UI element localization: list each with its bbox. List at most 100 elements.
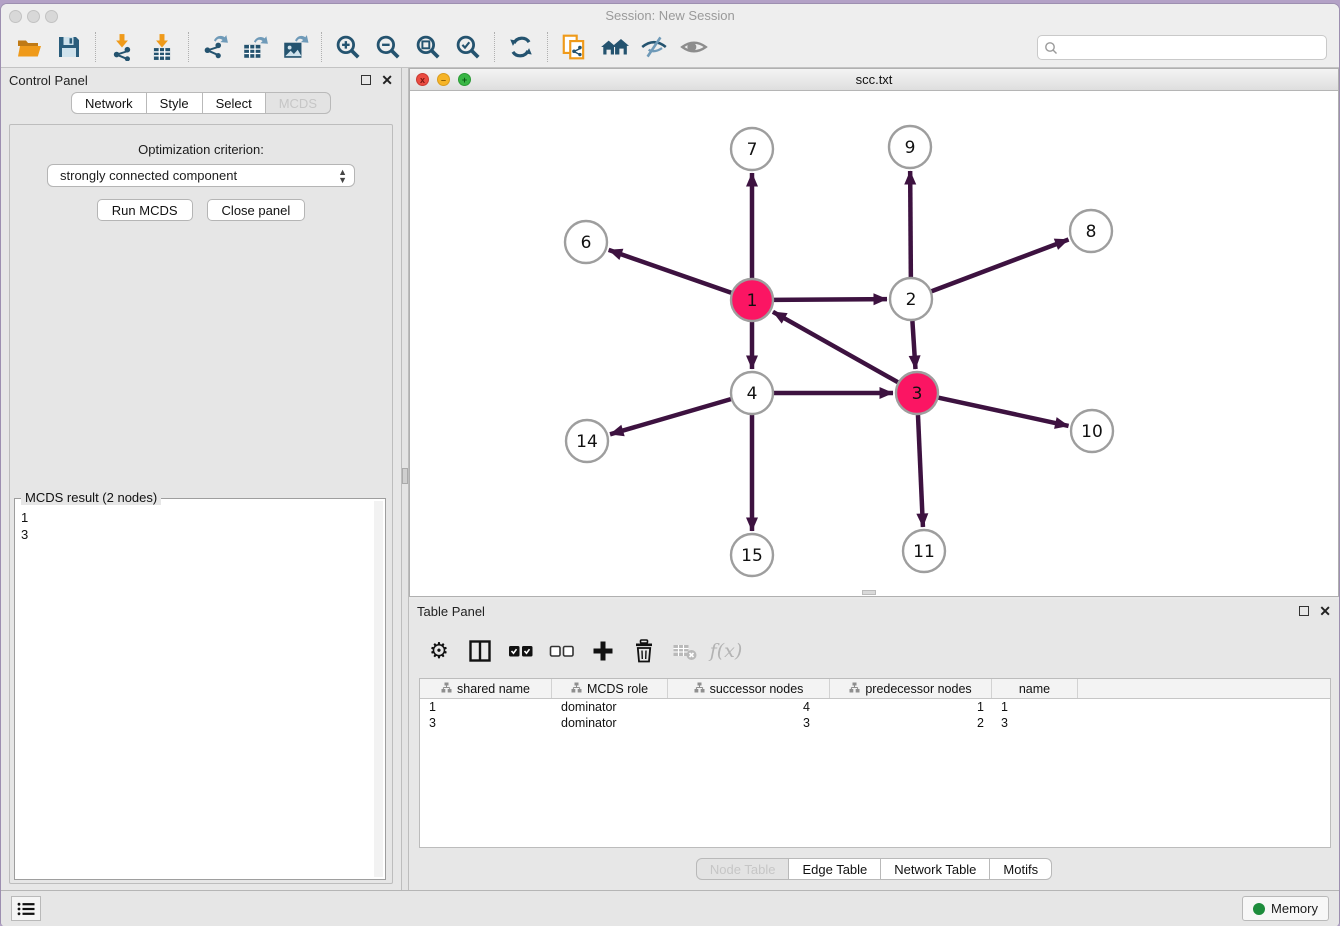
graph-node-15[interactable]: 15 — [731, 534, 773, 576]
float-table-panel-icon[interactable] — [1299, 606, 1309, 616]
graph-node-7[interactable]: 7 — [731, 128, 773, 170]
close-table-panel-icon[interactable]: ✕ — [1319, 606, 1331, 616]
import-network-icon[interactable] — [102, 30, 142, 64]
zoom-fit-icon[interactable] — [408, 30, 448, 64]
edge-3-1[interactable] — [773, 312, 898, 382]
edge-4-14[interactable] — [610, 399, 731, 434]
tab-motifs[interactable]: Motifs — [990, 858, 1052, 880]
run-mcds-button[interactable]: Run MCDS — [97, 199, 193, 221]
cell-successor-nodes[interactable]: 3 — [668, 716, 830, 730]
search-input[interactable] — [1062, 40, 1320, 55]
graph-node-2[interactable]: 2 — [890, 278, 932, 320]
column-header-name[interactable]: name — [992, 679, 1078, 698]
tab-node-table[interactable]: Node Table — [696, 858, 790, 880]
gear-icon[interactable]: ⚙ — [423, 635, 455, 667]
table-row[interactable]: 3dominator323 — [420, 715, 1330, 731]
graph-node-9[interactable]: 9 — [889, 126, 931, 168]
edge-2-3[interactable] — [912, 321, 915, 369]
window-titlebar: Session: New Session — [1, 4, 1339, 27]
show-all-eye-icon[interactable] — [674, 30, 714, 64]
graph-node-10[interactable]: 10 — [1071, 410, 1113, 452]
tab-select[interactable]: Select — [203, 92, 266, 114]
zoom-selected-icon[interactable] — [448, 30, 488, 64]
memory-button[interactable]: Memory — [1242, 896, 1329, 921]
network-window-titlebar[interactable]: x – + scc.txt — [410, 69, 1338, 91]
tab-style[interactable]: Style — [147, 92, 203, 114]
table-header-row: shared nameMCDS rolesuccessor nodesprede… — [420, 679, 1330, 699]
search-box[interactable] — [1037, 35, 1327, 60]
close-panel-button[interactable]: Close panel — [207, 199, 306, 221]
export-network-icon[interactable] — [195, 30, 235, 64]
table-row[interactable]: 1dominator411 — [420, 699, 1330, 715]
node-table[interactable]: shared nameMCDS rolesuccessor nodesprede… — [419, 678, 1331, 848]
result-scrollbar[interactable] — [374, 501, 383, 877]
list-icon — [17, 902, 35, 916]
close-panel-icon[interactable]: ✕ — [381, 75, 393, 85]
select-all-icon[interactable] — [505, 635, 537, 667]
cell-predecessor-nodes[interactable]: 1 — [830, 700, 992, 714]
edge-2-8[interactable] — [932, 239, 1069, 291]
table-toolbar: ⚙ f(x) — [423, 631, 1339, 671]
add-column-icon[interactable] — [587, 635, 619, 667]
splitter-grip[interactable] — [402, 468, 408, 484]
task-history-button[interactable] — [11, 896, 41, 921]
float-panel-icon[interactable] — [361, 75, 371, 85]
graph-node-6[interactable]: 6 — [565, 221, 607, 263]
vertical-splitter[interactable] — [401, 68, 409, 890]
deselect-all-icon[interactable] — [546, 635, 578, 667]
cell-shared-name[interactable]: 1 — [420, 700, 552, 714]
split-columns-icon[interactable] — [464, 635, 496, 667]
graph-node-11[interactable]: 11 — [903, 530, 945, 572]
cell-successor-nodes[interactable]: 4 — [668, 700, 830, 714]
cell-MCDS-role[interactable]: dominator — [552, 700, 668, 714]
criterion-select[interactable]: strongly connected component ▲▼ — [47, 164, 355, 187]
toolbar-separator — [95, 32, 96, 62]
edge-2-9[interactable] — [910, 171, 911, 277]
column-header-successor-nodes[interactable]: successor nodes — [668, 679, 830, 698]
cell-shared-name[interactable]: 3 — [420, 716, 552, 730]
mcds-panel: Optimization criterion: strongly connect… — [9, 124, 393, 884]
import-table-icon[interactable] — [142, 30, 182, 64]
cell-name[interactable]: 3 — [992, 716, 1078, 730]
column-header-MCDS-role[interactable]: MCDS role — [552, 679, 668, 698]
control-panel-tabs: NetworkStyleSelectMCDS — [1, 92, 401, 114]
graph-node-3[interactable]: 3 — [896, 372, 938, 414]
export-image-icon[interactable] — [275, 30, 315, 64]
cell-MCDS-role[interactable]: dominator — [552, 716, 668, 730]
tab-edge-table[interactable]: Edge Table — [789, 858, 881, 880]
network-canvas[interactable]: 7 9 6 8 1 2 4 3 14 10 15 11 — [410, 91, 1338, 596]
refresh-icon[interactable] — [501, 30, 541, 64]
delete-table-icon — [669, 635, 701, 667]
zoom-in-icon[interactable] — [328, 30, 368, 64]
graph-node-14[interactable]: 14 — [566, 420, 608, 462]
edge-1-2[interactable] — [774, 299, 887, 300]
svg-text:3: 3 — [912, 384, 923, 404]
edge-3-10[interactable] — [938, 398, 1068, 426]
graph-node-8[interactable]: 8 — [1070, 210, 1112, 252]
cell-predecessor-nodes[interactable]: 2 — [830, 716, 992, 730]
save-session-icon[interactable] — [49, 30, 89, 64]
graph-node-1[interactable]: 1 — [731, 279, 773, 321]
hide-selected-eye-icon[interactable] — [634, 30, 674, 64]
cell-name[interactable]: 1 — [992, 700, 1078, 714]
zoom-out-icon[interactable] — [368, 30, 408, 64]
first-neighbors-icon[interactable] — [594, 30, 634, 64]
edge-1-6[interactable] — [609, 250, 732, 293]
delete-column-icon[interactable] — [628, 635, 660, 667]
graph-node-4[interactable]: 4 — [731, 372, 773, 414]
edge-3-11[interactable] — [918, 415, 923, 527]
open-file-icon[interactable] — [9, 30, 49, 64]
svg-text:4: 4 — [747, 384, 758, 404]
memory-label: Memory — [1271, 901, 1318, 916]
network-graph[interactable]: 7 9 6 8 1 2 4 3 14 10 15 11 — [410, 91, 1340, 596]
select-arrows-icon: ▲▼ — [338, 168, 347, 184]
tab-network-table[interactable]: Network Table — [881, 858, 990, 880]
column-header-predecessor-nodes[interactable]: predecessor nodes — [830, 679, 992, 698]
tab-mcds[interactable]: MCDS — [266, 92, 331, 114]
export-table-icon[interactable] — [235, 30, 275, 64]
tab-network[interactable]: Network — [71, 92, 147, 114]
column-header-shared-name[interactable]: shared name — [420, 679, 552, 698]
canvas-grip[interactable] — [862, 590, 876, 595]
duplicate-network-icon[interactable] — [554, 30, 594, 64]
mcds-result-text[interactable]: 1 3 — [21, 509, 373, 875]
